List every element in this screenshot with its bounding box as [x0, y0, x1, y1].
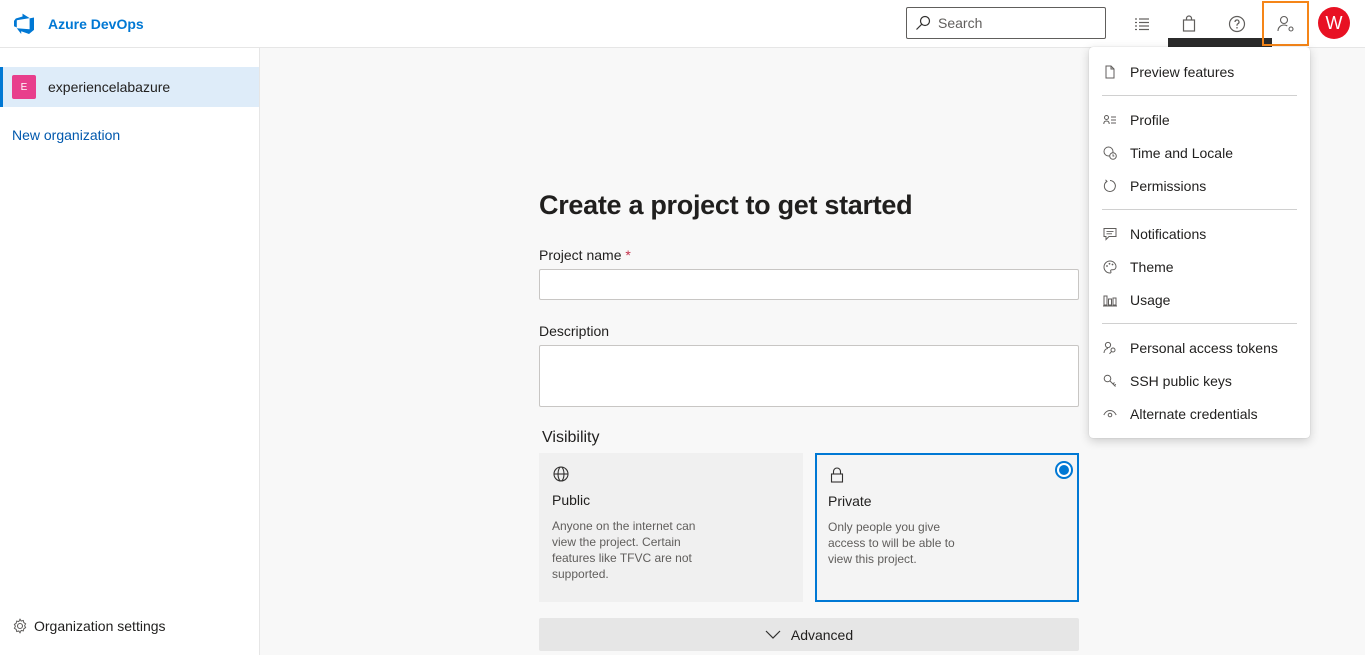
menu-item-label: Notifications: [1130, 226, 1207, 242]
menu-item-usage[interactable]: Usage: [1089, 285, 1310, 315]
user-settings-menu: Preview features Profile Time and Locale…: [1089, 47, 1310, 438]
visibility-option-public[interactable]: Public Anyone on the internet can view t…: [539, 453, 803, 602]
visibility-option-private[interactable]: Private Only people you give access to w…: [815, 453, 1079, 602]
menu-item-label: Preview features: [1130, 64, 1235, 80]
menu-item-alternate-credentials[interactable]: Alternate credentials: [1089, 399, 1310, 429]
menu-item-profile[interactable]: Profile: [1089, 105, 1310, 135]
new-organization-link[interactable]: New organization: [12, 127, 120, 143]
menu-item-personal-access-tokens[interactable]: Personal access tokens: [1089, 333, 1310, 363]
sidebar-item-organization[interactable]: E experiencelabazure: [0, 67, 259, 107]
chat-bubble-icon: [1103, 228, 1117, 241]
project-name-input[interactable]: [539, 269, 1079, 300]
visibility-private-title: Private: [828, 493, 872, 509]
description-label: Description: [539, 323, 610, 339]
organization-settings-label: Organization settings: [34, 618, 166, 634]
chevron-down-icon: [765, 630, 781, 639]
task-list-icon[interactable]: [1130, 12, 1154, 36]
search-input[interactable]: [938, 15, 1088, 31]
marketplace-bag-icon[interactable]: [1177, 12, 1201, 36]
menu-item-label: Alternate credentials: [1130, 406, 1258, 422]
bar-chart-icon: [1103, 295, 1117, 307]
description-input[interactable]: [539, 345, 1079, 407]
menu-item-ssh-public-keys[interactable]: SSH public keys: [1089, 366, 1310, 396]
menu-divider: [1102, 323, 1297, 324]
brand[interactable]: Azure DevOps: [12, 12, 144, 36]
menu-item-label: Profile: [1130, 112, 1170, 128]
user-settings-button[interactable]: [1262, 1, 1309, 46]
advanced-toggle[interactable]: Advanced: [539, 618, 1079, 651]
gear-icon: [13, 618, 27, 634]
menu-item-permissions[interactable]: Permissions: [1089, 171, 1310, 201]
advanced-label: Advanced: [790, 626, 854, 643]
menu-item-notifications[interactable]: Notifications: [1089, 219, 1310, 249]
globe-clock-icon: [1103, 146, 1117, 160]
search-icon: [916, 15, 931, 30]
page-title: Create a project to get started: [539, 190, 913, 220]
refresh-circle-icon: [1103, 179, 1116, 192]
top-header: Azure DevOps Search W: [0, 0, 1365, 48]
project-name-label: Project name *: [539, 247, 631, 263]
user-settings-icon: [1276, 15, 1294, 32]
sidebar: E experiencelabazure New organization Or…: [0, 48, 260, 655]
menu-divider: [1102, 209, 1297, 210]
key-icon: [1103, 374, 1117, 387]
menu-item-label: Theme: [1130, 259, 1174, 275]
menu-item-label: Permissions: [1130, 178, 1207, 194]
visibility-private-description: Only people you give access to will be a…: [828, 520, 955, 566]
brand-name: Azure DevOps: [48, 16, 144, 32]
menu-item-label: SSH public keys: [1130, 373, 1232, 389]
palette-icon: [1103, 260, 1117, 274]
visibility-public-title: Public: [552, 492, 591, 508]
organization-settings-link[interactable]: Organization settings: [12, 618, 166, 634]
visibility-public-description: Anyone on the internet can view the proj…: [552, 519, 696, 581]
people-key-icon: [1103, 341, 1116, 355]
org-badge: E: [12, 75, 36, 99]
visibility-label: Visibility: [542, 429, 600, 446]
avatar[interactable]: W: [1318, 7, 1350, 39]
search-box[interactable]: [906, 7, 1106, 39]
project-name-label-text: Project name: [539, 247, 622, 263]
required-mark: *: [625, 247, 631, 263]
menu-item-theme[interactable]: Theme: [1089, 252, 1310, 282]
azure-devops-logo-icon: [14, 13, 34, 34]
help-icon[interactable]: [1225, 12, 1249, 36]
menu-item-preview-features[interactable]: Preview features: [1089, 57, 1310, 87]
document-icon: [1105, 65, 1115, 79]
menu-item-label: Time and Locale: [1130, 145, 1233, 161]
menu-item-label: Personal access tokens: [1130, 340, 1278, 356]
org-name: experiencelabazure: [48, 79, 171, 95]
menu-item-time-and-locale[interactable]: Time and Locale: [1089, 138, 1310, 168]
globe-icon: [553, 466, 569, 482]
menu-item-label: Usage: [1130, 292, 1171, 308]
profile-card-icon: [1103, 115, 1116, 125]
menu-divider: [1102, 95, 1297, 96]
lock-icon: [830, 467, 844, 483]
eye-icon: [1103, 409, 1117, 418]
visibility-private-radio[interactable]: [1055, 461, 1073, 479]
